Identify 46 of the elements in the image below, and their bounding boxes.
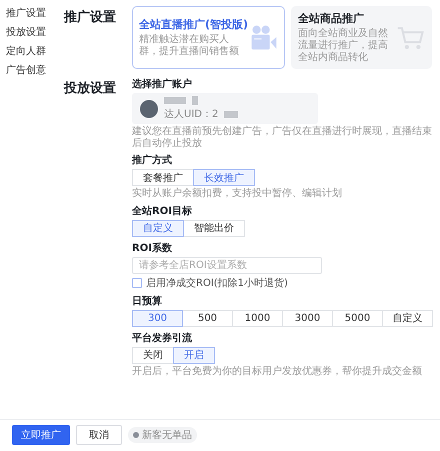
account-uid: 达人UID：2 — [164, 108, 218, 121]
card-description: 面向全站商业及自然流量进行推广，提高全站内商品转化 — [298, 28, 390, 64]
option-button[interactable]: 开启 — [173, 346, 215, 364]
sidebar-item[interactable]: 推广设置 — [6, 6, 54, 20]
sidebar-item[interactable]: 广告创意 — [6, 63, 54, 77]
budget-option[interactable]: 300 — [132, 310, 183, 326]
field-label: 全站ROI目标 — [132, 204, 192, 218]
budget-option[interactable]: 500 — [182, 310, 233, 326]
promotion-card[interactable]: 全站商品推广 面向全站商业及自然流量进行推广，提高全站内商品转化 — [291, 6, 432, 69]
card-description: 精准触达潜在购买人群，提升直播间销售额 — [139, 34, 240, 58]
budget-option[interactable]: 1000 — [232, 310, 283, 326]
hint-text: 实时从账户余额扣费，支持投中暂停、编辑计划 — [132, 188, 342, 200]
field-label: 日预算 — [132, 294, 162, 308]
option-button[interactable]: 自定义 — [132, 220, 184, 236]
sidebar-item[interactable]: 定向人群 — [6, 44, 54, 58]
roi-input-field[interactable]: 请参考全店ROI设置系数 — [132, 256, 322, 274]
card-title: 全站直播推广(智投版) — [139, 17, 248, 32]
hint-text: 开启后，平台免费为你的目标用户发放优惠券，帮你提升成交金额 — [132, 366, 422, 377]
hint-text: 建议您在直播前预先创建广告，广告仅在直播进行时展现，直播结束后自动停止投放 — [132, 126, 432, 149]
option-button[interactable]: 套餐推广 — [132, 169, 194, 186]
card-title: 全站商品推广 — [298, 11, 366, 26]
promotion-card[interactable]: 全站直播推广(智投版) 精准触达潜在购买人群，提升直播间销售额 — [132, 6, 286, 69]
badge-text: 新客无单品 — [142, 428, 192, 442]
sidebar-item[interactable]: 投放设置 — [6, 25, 54, 39]
option-button[interactable]: 关闭 — [132, 346, 174, 364]
redacted-mark — [164, 97, 186, 104]
checkbox-label: 启用净成交ROI(扣除1小时退货) — [146, 276, 288, 290]
option-button[interactable]: 智能出价 — [183, 220, 245, 236]
avatar-icon — [140, 100, 158, 118]
field-label: 选择推广账户 — [132, 77, 192, 91]
section-title: 投放设置 — [64, 80, 117, 98]
promote-button[interactable]: 立即推广 — [12, 425, 70, 445]
budget-option[interactable]: 5000 — [332, 310, 383, 326]
field-label: 推广方式 — [132, 153, 172, 167]
cancel-button[interactable]: 取消 — [76, 425, 122, 445]
budget-option[interactable]: 3000 — [282, 310, 333, 326]
section-title: 推广设置 — [64, 8, 117, 27]
field-label: ROI系数 — [132, 242, 172, 254]
checkbox[interactable] — [132, 278, 142, 288]
video-camera-icon — [250, 24, 278, 52]
redacted-mark — [192, 96, 198, 105]
option-button[interactable]: 长效推广 — [193, 169, 255, 186]
badge-icon — [133, 432, 139, 438]
field-label: 平台发券引流 — [132, 331, 192, 344]
budget-option[interactable]: 自定义 — [382, 310, 433, 326]
redacted-mark — [224, 110, 238, 118]
